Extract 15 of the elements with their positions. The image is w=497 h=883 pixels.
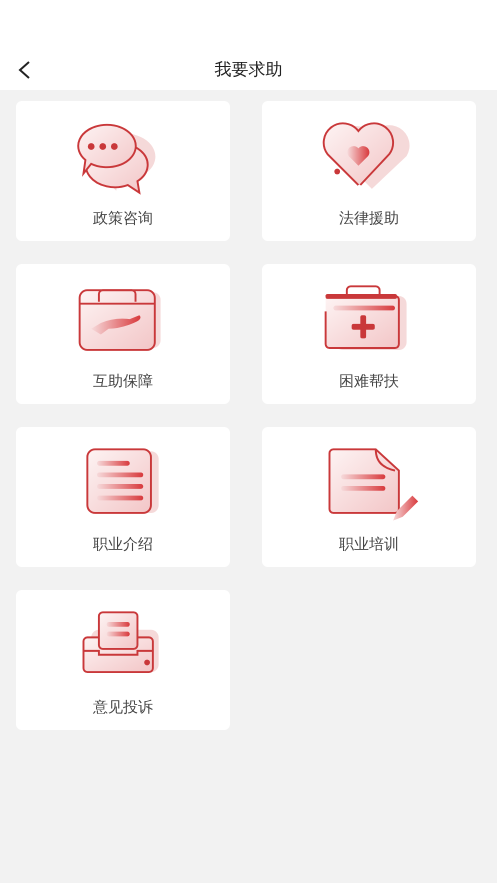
service-label: 互助保障 bbox=[93, 372, 153, 391]
service-label: 职业培训 bbox=[339, 535, 399, 554]
page-title: 我要求助 bbox=[214, 59, 282, 82]
service-card[interactable]: 互助保障 bbox=[16, 264, 230, 404]
service-card[interactable]: 困难帮扶 bbox=[262, 264, 476, 404]
service-card[interactable]: 职业介绍 bbox=[16, 427, 230, 567]
service-label: 法律援助 bbox=[339, 209, 399, 228]
service-card[interactable]: 职业培训 bbox=[262, 427, 476, 567]
service-label: 职业介绍 bbox=[93, 535, 153, 554]
service-card[interactable]: 法律援助 bbox=[262, 101, 476, 241]
service-label: 政策咨询 bbox=[93, 209, 153, 228]
service-card[interactable]: 意见投诉 bbox=[16, 590, 230, 730]
service-label: 困难帮扶 bbox=[339, 372, 399, 391]
service-label: 意见投诉 bbox=[93, 698, 153, 717]
service-card[interactable]: 政策咨询 bbox=[16, 101, 230, 241]
